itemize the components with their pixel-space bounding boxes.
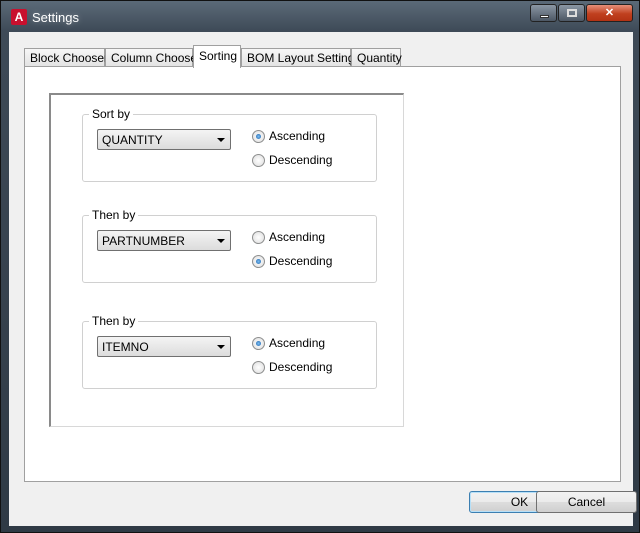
- sort-by-group: Sort by QUANTITY Ascending Descending: [82, 107, 377, 182]
- radio-button[interactable]: [252, 130, 265, 143]
- autocad-logo-icon: A: [11, 9, 27, 25]
- title-bar[interactable]: A Settings ✕: [1, 1, 639, 35]
- group-label: Sort by: [89, 107, 134, 121]
- tab-sorting[interactable]: Sorting: [193, 45, 241, 68]
- cancel-button[interactable]: Cancel: [536, 491, 637, 513]
- chevron-down-icon: [217, 138, 225, 142]
- chevron-down-icon: [217, 239, 225, 243]
- radio-button[interactable]: [252, 154, 265, 167]
- radio-label: Descending: [269, 254, 333, 268]
- sort-field-dropdown[interactable]: ITEMNO: [97, 336, 231, 357]
- close-button[interactable]: ✕: [586, 4, 633, 22]
- radio-label: Descending: [269, 360, 333, 374]
- minimize-icon: [540, 15, 549, 18]
- maximize-icon: [567, 9, 577, 17]
- maximize-button[interactable]: [558, 4, 585, 22]
- minimize-button[interactable]: [530, 4, 557, 22]
- radio-label: Ascending: [269, 230, 326, 244]
- then-by-group-1: Then by PARTNUMBER Ascending Descending: [82, 208, 377, 283]
- dropdown-value: ITEMNO: [102, 340, 149, 354]
- tab-bom-layout-settings[interactable]: BOM Layout Settings: [241, 48, 360, 67]
- radio-button[interactable]: [252, 337, 265, 350]
- radio-label: Ascending: [269, 129, 326, 143]
- settings-window: A Settings ✕ Block Chooser Column Choose…: [0, 0, 640, 533]
- radio-button[interactable]: [252, 361, 265, 374]
- sort-field-dropdown[interactable]: QUANTITY: [97, 129, 231, 150]
- group-label: Then by: [89, 314, 139, 328]
- then-by-group-2: Then by ITEMNO Ascending Descending: [82, 314, 377, 389]
- sort-field-dropdown[interactable]: PARTNUMBER: [97, 230, 231, 251]
- chevron-down-icon: [217, 345, 225, 349]
- sorting-tab-page: Sort by QUANTITY Ascending Descending Th…: [24, 66, 621, 482]
- dropdown-value: QUANTITY: [102, 133, 163, 147]
- window-title: Settings: [32, 10, 79, 25]
- tab-block-chooser[interactable]: Block Chooser: [24, 48, 108, 67]
- radio-button[interactable]: [252, 231, 265, 244]
- close-icon: ✕: [604, 7, 615, 19]
- group-label: Then by: [89, 208, 139, 222]
- dialog-body: Block Chooser Column Chooser Sorting BOM…: [9, 32, 637, 526]
- radio-label: Ascending: [269, 336, 326, 350]
- radio-button[interactable]: [252, 255, 265, 268]
- dropdown-value: PARTNUMBER: [102, 234, 185, 248]
- sorting-panel: Sort by QUANTITY Ascending Descending Th…: [49, 93, 404, 427]
- radio-label: Descending: [269, 153, 333, 167]
- tab-column-chooser[interactable]: Column Chooser: [105, 48, 201, 67]
- tab-quantity[interactable]: Quantity: [351, 48, 402, 67]
